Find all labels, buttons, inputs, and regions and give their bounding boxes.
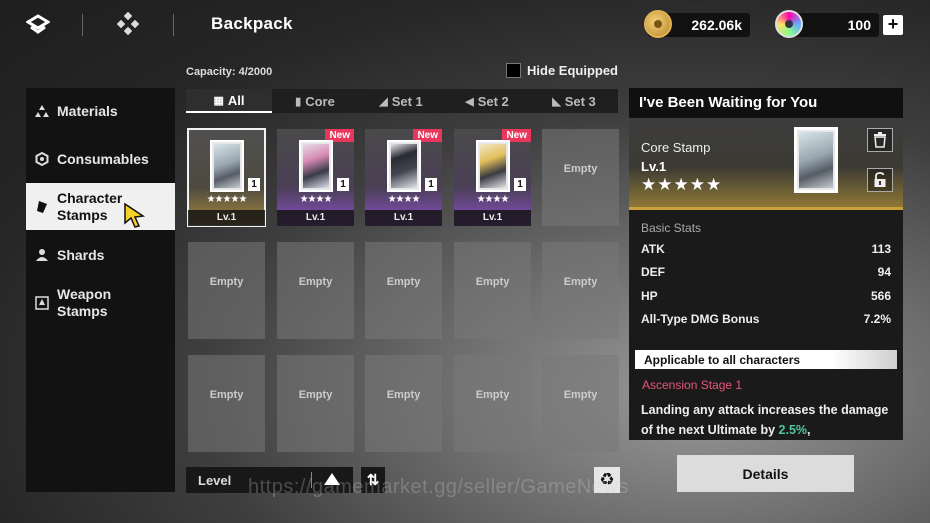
- gold-amount: 262.06k: [691, 17, 742, 33]
- page-title: Backpack: [211, 14, 293, 33]
- tab-all[interactable]: ▦ All: [186, 89, 272, 113]
- cursor-icon: [123, 202, 147, 232]
- stat-row-hp: HP 566: [641, 289, 891, 303]
- stamp-slot[interactable]: New 1 ★★★★ Lv.1: [365, 129, 442, 226]
- trash-icon: [874, 132, 886, 148]
- hide-equipped-toggle[interactable]: Hide Equipped: [506, 63, 618, 78]
- sort-label: Level: [198, 472, 232, 488]
- menu-icon[interactable]: [26, 12, 50, 36]
- consumables-icon: [35, 152, 49, 166]
- level-label: Lv.1: [277, 210, 354, 226]
- empty-slot: Empty: [542, 355, 619, 452]
- stamp-detail-panel: I've Been Waiting for You Core Stamp Lv.…: [629, 88, 903, 440]
- capacity-label: Capacity: 4/2000: [186, 66, 273, 78]
- sidebar-item-label: Materials: [57, 103, 118, 119]
- divider: [82, 14, 83, 36]
- tab-set-2[interactable]: ◀ Set 2: [444, 89, 530, 113]
- set-2-icon: ◀: [465, 95, 474, 108]
- ascension-stage: Ascension Stage 1: [642, 378, 743, 392]
- empty-slot: Empty: [542, 129, 619, 226]
- gem-icon: [775, 10, 803, 38]
- empty-slot: Empty: [188, 242, 265, 339]
- stat-row-def: DEF 94: [641, 265, 891, 279]
- sidebar-item-label: Consumables: [57, 151, 149, 167]
- unlock-icon: [874, 172, 886, 187]
- stamp-slot[interactable]: New 1 ★★★★ Lv.1: [277, 129, 354, 226]
- stamp-title: I've Been Waiting for You: [629, 88, 903, 118]
- stamp-card-art: [476, 140, 510, 192]
- tab-core[interactable]: ▮ Core: [272, 89, 358, 113]
- stamp-card-art: [794, 127, 838, 193]
- empty-slot: Empty: [277, 355, 354, 452]
- stamp-header: Core Stamp Lv.1 ★★★★★: [629, 118, 903, 210]
- add-gems-button[interactable]: +: [883, 15, 903, 35]
- quantity-badge: 1: [337, 178, 349, 191]
- stamp-description: Landing any attack increases the damage …: [641, 403, 889, 437]
- gold-coin-icon: [644, 10, 672, 38]
- top-bar: Backpack 262.06k 100 +: [0, 0, 930, 52]
- gold-currency: 262.06k: [644, 10, 750, 38]
- tab-set-3[interactable]: ◣ Set 3: [530, 89, 618, 113]
- stamp-type: Core Stamp: [641, 140, 711, 155]
- set-1-icon: ◢: [379, 95, 388, 108]
- filter-tabs: ▦ All ▮ Core ◢ Set 1 ◀ Set 2 ◣ Set 3: [186, 89, 618, 113]
- stamp-stars: ★★★★★: [641, 175, 723, 194]
- applicable-banner: Applicable to all characters: [635, 350, 897, 369]
- watermark: https://gamemarket.gg/seller/GameNews: [248, 476, 629, 498]
- divider: [173, 14, 174, 36]
- empty-slot: Empty: [454, 242, 531, 339]
- gem-currency: 100: [775, 10, 879, 38]
- category-sidebar: Materials Consumables Character Stamps S…: [26, 88, 175, 492]
- sidebar-item-shards[interactable]: Shards: [26, 242, 175, 268]
- quantity-badge: 1: [514, 178, 526, 191]
- star-rating: ★★★★: [387, 194, 421, 205]
- star-rating: ★★★★: [476, 194, 510, 205]
- set-3-icon: ◣: [552, 95, 561, 108]
- stamp-card-art: [210, 140, 244, 192]
- sidebar-item-character-stamps[interactable]: Character Stamps: [26, 183, 175, 230]
- quantity-badge: 1: [248, 178, 260, 191]
- star-rating: ★★★★: [299, 194, 333, 205]
- quantity-badge: 1: [425, 178, 437, 191]
- weapon-stamp-icon: [35, 296, 49, 310]
- empty-slot: Empty: [188, 355, 265, 452]
- stamp-card-art: [387, 140, 421, 192]
- hide-equipped-checkbox[interactable]: [506, 63, 521, 78]
- stamp-slot[interactable]: 1 ★★★★★ Lv.1: [187, 128, 266, 227]
- empty-slot: Empty: [365, 355, 442, 452]
- empty-slot: Empty: [277, 242, 354, 339]
- sidebar-item-materials[interactable]: Materials: [26, 98, 175, 124]
- level-label: Lv.1: [454, 210, 531, 226]
- grid-icon: ▦: [213, 94, 224, 107]
- home-icon[interactable]: [116, 12, 140, 36]
- stat-row-atk: ATK 113: [641, 242, 891, 256]
- stat-row-dmg-bonus: All-Type DMG Bonus 7.2%: [641, 312, 891, 326]
- lock-button[interactable]: [867, 168, 893, 192]
- details-button[interactable]: Details: [677, 455, 854, 492]
- stamp-card-art: [299, 140, 333, 192]
- delete-button[interactable]: [867, 128, 893, 152]
- hide-equipped-label: Hide Equipped: [527, 63, 618, 78]
- empty-slot: Empty: [542, 242, 619, 339]
- tab-set-1[interactable]: ◢ Set 1: [358, 89, 444, 113]
- sidebar-item-weapon-stamps[interactable]: Weapon Stamps: [26, 285, 175, 321]
- sidebar-item-label: Shards: [57, 247, 105, 263]
- core-icon: ▮: [295, 95, 302, 108]
- sidebar-item-label: Weapon Stamps: [57, 286, 112, 319]
- stamp-slot[interactable]: New 1 ★★★★ Lv.1: [454, 129, 531, 226]
- empty-slot: Empty: [365, 242, 442, 339]
- basic-stats-heading: Basic Stats: [641, 221, 702, 235]
- shards-icon: [35, 248, 49, 262]
- sidebar-item-consumables[interactable]: Consumables: [26, 146, 175, 172]
- gem-amount: 100: [847, 17, 871, 33]
- empty-slot: Empty: [454, 355, 531, 452]
- character-stamp-icon: [35, 200, 49, 214]
- level-label: Lv.1: [365, 210, 442, 226]
- stamp-level: Lv.1: [641, 159, 667, 174]
- star-rating: ★★★★★: [206, 194, 248, 205]
- level-label: Lv.1: [188, 210, 265, 226]
- materials-icon: [35, 104, 49, 118]
